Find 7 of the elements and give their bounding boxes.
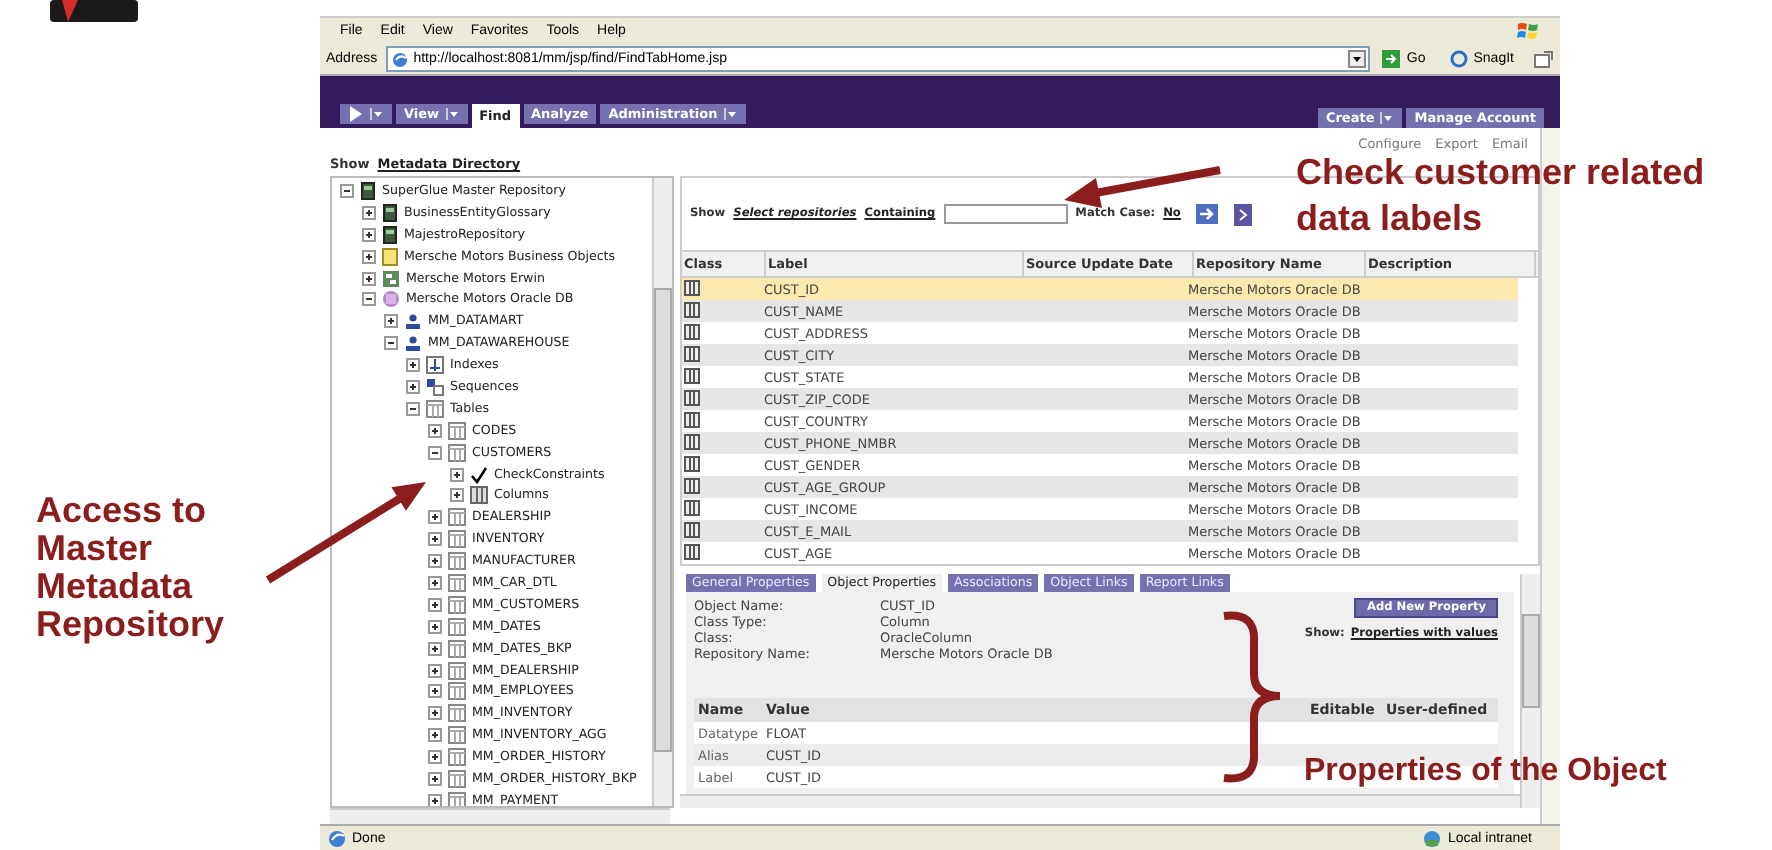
annotation-text: Properties of the Object [1304, 752, 1667, 792]
annotation-text: Check customer related [1296, 154, 1705, 192]
annotation-text: Metadata [36, 568, 195, 606]
annotation-text: Repository [36, 606, 225, 644]
annotation-text: Access to [36, 492, 209, 530]
annotation-text: data labels [1296, 200, 1485, 238]
annotation-text: Master [36, 530, 155, 568]
